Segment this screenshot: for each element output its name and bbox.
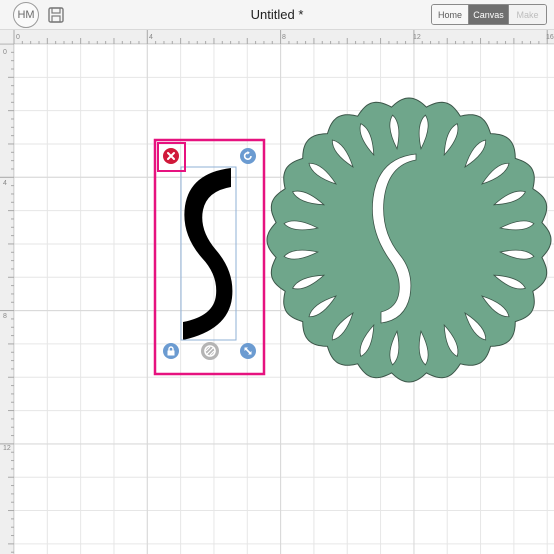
lock-icon [167,346,175,356]
rotate-icon [243,151,252,160]
ruler-label: 0 [3,49,7,56]
horizontal-ruler: 0 4 8 12 16 [0,30,554,44]
close-icon [167,152,175,160]
weld-icon [204,345,216,357]
save-icon[interactable] [47,6,65,24]
ruler-label: 8 [3,313,7,320]
ruler-label: 8 [282,34,286,41]
top-bar: HM Untitled * Home Canvas Make [0,0,554,30]
canvas-mode-button[interactable]: Canvas [469,5,509,24]
user-avatar[interactable]: HM [13,2,39,28]
ruler-label: 4 [149,34,153,41]
home-mode-button[interactable]: Home [432,5,469,24]
ruler-label: 0 [16,34,20,41]
weld-handle[interactable] [201,342,219,360]
mode-switcher: Home Canvas Make [431,4,547,25]
ruler-label: 12 [3,445,11,452]
resize-icon [244,347,252,355]
delete-button[interactable] [163,148,179,164]
rotate-handle[interactable] [240,148,256,164]
vertical-ruler: 0 4 8 12 [0,44,14,554]
horizontal-ruler-ticks: 0 4 8 12 16 [13,30,554,44]
ruler-label: 16 [546,34,554,41]
resize-handle[interactable] [240,343,256,359]
make-mode-button[interactable]: Make [509,5,546,24]
lock-handle[interactable] [163,343,179,359]
vertical-ruler-ticks: 0 4 8 12 [0,44,14,553]
ruler-label: 4 [3,180,7,187]
avatar-initials: HM [17,9,35,21]
ruler-label: 12 [413,34,421,41]
scalloped-doily[interactable] [266,97,552,383]
